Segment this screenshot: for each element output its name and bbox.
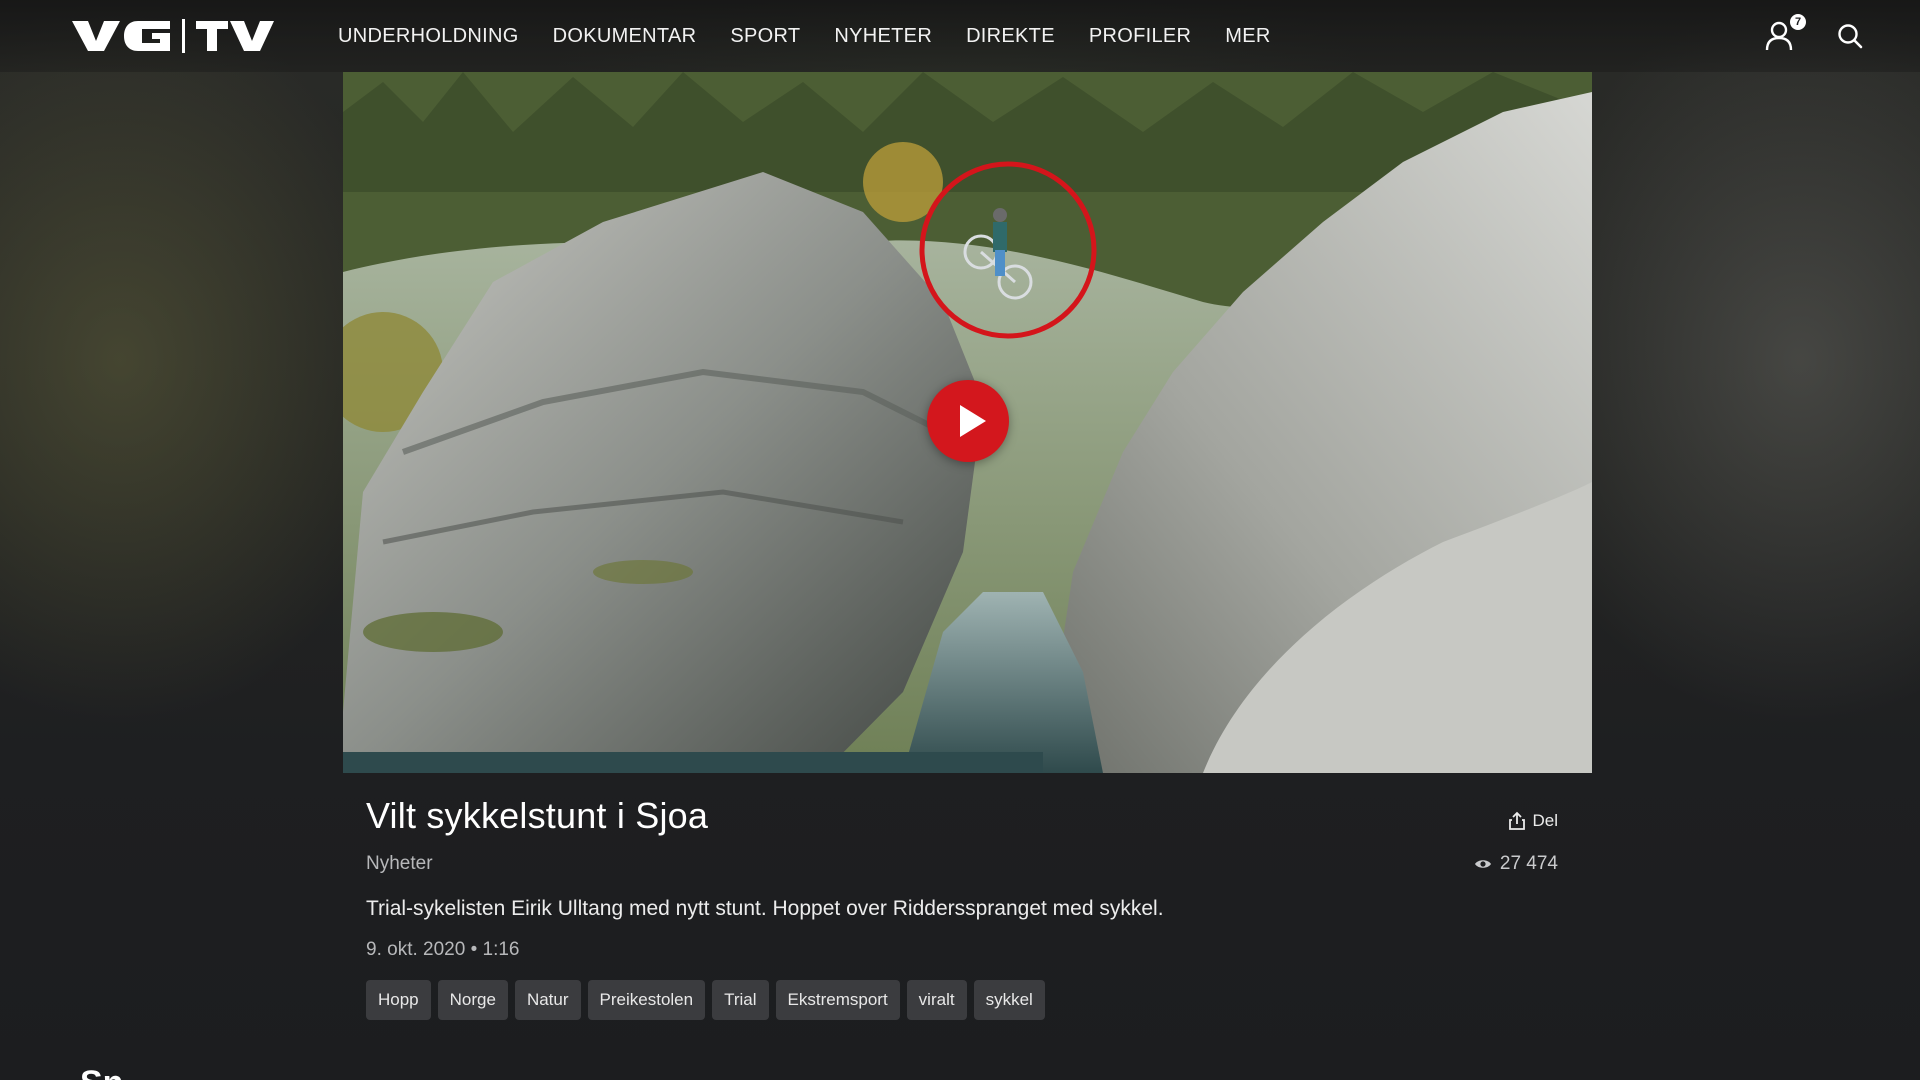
tag-sykkel[interactable]: sykkel xyxy=(973,980,1045,1020)
nav-item-nyheter[interactable]: NYHETER xyxy=(834,25,932,48)
nav-item-sport[interactable]: SPORT xyxy=(730,25,800,48)
tag-norge[interactable]: Norge xyxy=(437,980,508,1020)
video-player[interactable] xyxy=(343,72,1592,773)
tag-viralt[interactable]: viralt xyxy=(906,980,967,1020)
nav-item-mer[interactable]: MER xyxy=(1225,25,1270,48)
main-nav: UNDERHOLDNING DOKUMENTAR SPORT NYHETER D… xyxy=(338,0,1305,72)
share-label: Del xyxy=(1532,811,1558,830)
eye-icon xyxy=(1474,860,1491,868)
tag-preikestolen[interactable]: Preikestolen xyxy=(587,980,706,1020)
search-icon xyxy=(1838,24,1863,49)
share-icon xyxy=(1509,811,1526,830)
tag-ekstremsport[interactable]: Ekstremsport xyxy=(775,980,900,1020)
view-count: 27 474 xyxy=(1474,853,1558,875)
next-section-heading-text: Sn xyxy=(80,1066,123,1080)
nav-item-direkte[interactable]: DIREKTE xyxy=(966,25,1055,48)
user-account-button[interactable]: 7 xyxy=(1762,14,1806,56)
play-icon xyxy=(960,405,986,437)
view-count-value: 27 474 xyxy=(1499,853,1558,874)
vgtv-logo[interactable] xyxy=(72,19,296,53)
nav-item-dokumentar[interactable]: DOKUMENTAR xyxy=(553,25,697,48)
video-info: Vilt sykkelstunt i Sjoa Nyheter Trial-sy… xyxy=(366,795,1570,1020)
nav-item-profiler[interactable]: PROFILER xyxy=(1089,25,1191,48)
tag-trial[interactable]: Trial xyxy=(712,980,769,1020)
video-category[interactable]: Nyheter xyxy=(366,853,433,875)
video-date-duration: 9. okt. 2020 • 1:16 xyxy=(366,939,520,960)
video-description: Trial-sykelisten Eirik Ulltang med nytt … xyxy=(366,897,1164,920)
tag-hopp[interactable]: Hopp xyxy=(366,980,431,1020)
next-section-heading: Sn xyxy=(80,1066,170,1080)
tag-list: Hopp Norge Natur Preikestolen Trial Ekst… xyxy=(366,980,1052,1020)
tag-natur[interactable]: Natur xyxy=(514,980,581,1020)
search-button[interactable] xyxy=(1836,22,1864,50)
nav-item-underholdning[interactable]: UNDERHOLDNING xyxy=(338,25,519,48)
top-navigation-bar: UNDERHOLDNING DOKUMENTAR SPORT NYHETER D… xyxy=(0,0,1920,72)
play-button[interactable] xyxy=(927,380,1009,462)
video-title: Vilt sykkelstunt i Sjoa xyxy=(366,795,709,836)
notification-badge: 7 xyxy=(1790,14,1806,30)
share-button[interactable]: Del xyxy=(1508,811,1558,831)
